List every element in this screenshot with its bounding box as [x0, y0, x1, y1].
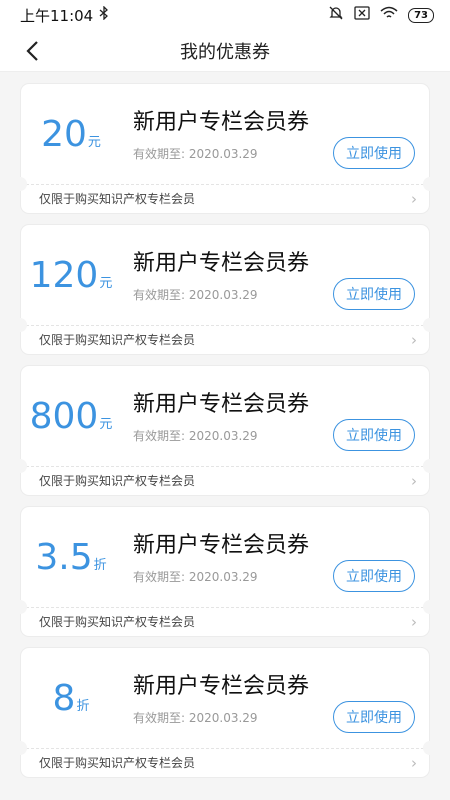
coupon-card: 800元 新用户专栏会员券 有效期至: 2020.03.29 立即使用 仅限于购… — [20, 366, 430, 495]
chevron-right-icon: › — [411, 189, 417, 208]
chevron-right-icon: › — [411, 471, 417, 490]
coupon-restriction: 仅限于购买知识产权专栏会员 — [39, 333, 196, 347]
status-bar: 上午11:04 73 — [0, 0, 450, 30]
chevron-right-icon: › — [411, 753, 417, 772]
coupon-title: 新用户专栏会员券 — [133, 533, 310, 558]
dashed-divider — [21, 325, 429, 326]
wifi-icon — [380, 6, 398, 24]
coupon-card: 20元 新用户专栏会员券 有效期至: 2020.03.29 立即使用 仅限于购买… — [20, 84, 430, 213]
coupon-card-main: 3.5折 新用户专栏会员券 有效期至: 2020.03.29 立即使用 — [21, 507, 429, 607]
coupon-expiry: 有效期至: 2020.03.29 — [133, 429, 258, 443]
coupon-card: 3.5折 新用户专栏会员券 有效期至: 2020.03.29 立即使用 仅限于购… — [20, 507, 430, 636]
coupon-card-main: 120元 新用户专栏会员券 有效期至: 2020.03.29 立即使用 — [21, 225, 429, 325]
coupon-restriction-row[interactable]: 仅限于购买知识产权专栏会员 › — [21, 748, 429, 777]
coupon-amount-value: 8 — [52, 678, 76, 719]
dashed-divider — [21, 607, 429, 608]
coupon-amount: 800元 — [21, 396, 121, 437]
coupon-amount-unit: 元 — [87, 135, 101, 150]
use-now-button[interactable]: 立即使用 — [333, 419, 415, 451]
coupon-card-main: 20元 新用户专栏会员券 有效期至: 2020.03.29 立即使用 — [21, 84, 429, 184]
card-notch-right — [423, 177, 430, 191]
coupon-card: 8折 新用户专栏会员券 有效期至: 2020.03.29 立即使用 仅限于购买知… — [20, 648, 430, 777]
coupon-title: 新用户专栏会员券 — [133, 110, 310, 135]
coupon-expiry: 有效期至: 2020.03.29 — [133, 288, 258, 302]
status-time: 上午11:04 — [20, 6, 94, 25]
mute-bell-icon — [328, 5, 344, 25]
use-now-button[interactable]: 立即使用 — [333, 278, 415, 310]
coupon-restriction: 仅限于购买知识产权专栏会员 — [39, 192, 196, 206]
coupon-restriction: 仅限于购买知识产权专栏会员 — [39, 756, 196, 770]
coupon-expiry: 有效期至: 2020.03.29 — [133, 147, 258, 161]
coupon-restriction-row[interactable]: 仅限于购买知识产权专栏会员 › — [21, 184, 429, 213]
battery-indicator: 73 — [408, 7, 434, 23]
coupon-amount-unit: 折 — [93, 558, 107, 573]
coupon-expiry: 有效期至: 2020.03.29 — [133, 570, 258, 584]
dashed-divider — [21, 184, 429, 185]
coupon-title: 新用户专栏会员券 — [133, 674, 310, 699]
dashed-divider — [21, 748, 429, 749]
header: 我的优惠券 — [0, 30, 450, 72]
card-notch-right — [423, 741, 430, 755]
coupon-amount-value: 3.5 — [35, 537, 93, 578]
coupon-restriction-row[interactable]: 仅限于购买知识产权专栏会员 › — [21, 607, 429, 636]
coupon-card-main: 8折 新用户专栏会员券 有效期至: 2020.03.29 立即使用 — [21, 648, 429, 748]
chevron-right-icon: › — [411, 330, 417, 349]
dashed-divider — [21, 466, 429, 467]
coupon-card: 120元 新用户专栏会员券 有效期至: 2020.03.29 立即使用 仅限于购… — [20, 225, 430, 354]
back-button[interactable] — [22, 39, 46, 63]
chevron-right-icon: › — [411, 612, 417, 631]
status-left: 上午11:04 — [20, 5, 109, 26]
page-title: 我的优惠券 — [180, 41, 270, 63]
coupon-expiry: 有效期至: 2020.03.29 — [133, 711, 258, 725]
coupon-amount: 20元 — [21, 114, 121, 155]
coupon-amount: 120元 — [21, 255, 121, 296]
coupon-amount-unit: 折 — [76, 699, 90, 714]
coupon-restriction-row[interactable]: 仅限于购买知识产权专栏会员 › — [21, 325, 429, 354]
coupon-amount-value: 120 — [29, 255, 99, 296]
coupon-restriction-row[interactable]: 仅限于购买知识产权专栏会员 › — [21, 466, 429, 495]
card-notch-right — [423, 600, 430, 614]
coupon-title: 新用户专栏会员券 — [133, 392, 310, 417]
use-now-button[interactable]: 立即使用 — [333, 701, 415, 733]
coupon-card-main: 800元 新用户专栏会员券 有效期至: 2020.03.29 立即使用 — [21, 366, 429, 466]
coupon-title: 新用户专栏会员券 — [133, 251, 310, 276]
card-notch-right — [423, 318, 430, 332]
status-right: 73 — [328, 5, 434, 25]
chevron-left-icon — [26, 41, 38, 61]
card-notch-right — [423, 459, 430, 473]
coupon-list: 20元 新用户专栏会员券 有效期至: 2020.03.29 立即使用 仅限于购买… — [0, 72, 450, 777]
sim-off-icon — [354, 6, 370, 24]
coupon-amount-value: 20 — [41, 114, 87, 155]
use-now-button[interactable]: 立即使用 — [333, 560, 415, 592]
bluetooth-icon — [99, 5, 109, 24]
coupon-restriction: 仅限于购买知识产权专栏会员 — [39, 474, 196, 488]
coupon-restriction: 仅限于购买知识产权专栏会员 — [39, 615, 196, 629]
coupon-amount-unit: 元 — [99, 276, 113, 291]
coupon-amount-value: 800 — [29, 396, 99, 437]
use-now-button[interactable]: 立即使用 — [333, 137, 415, 169]
coupon-amount-unit: 元 — [99, 417, 113, 432]
coupon-amount: 3.5折 — [21, 537, 121, 578]
coupon-amount: 8折 — [21, 678, 121, 719]
